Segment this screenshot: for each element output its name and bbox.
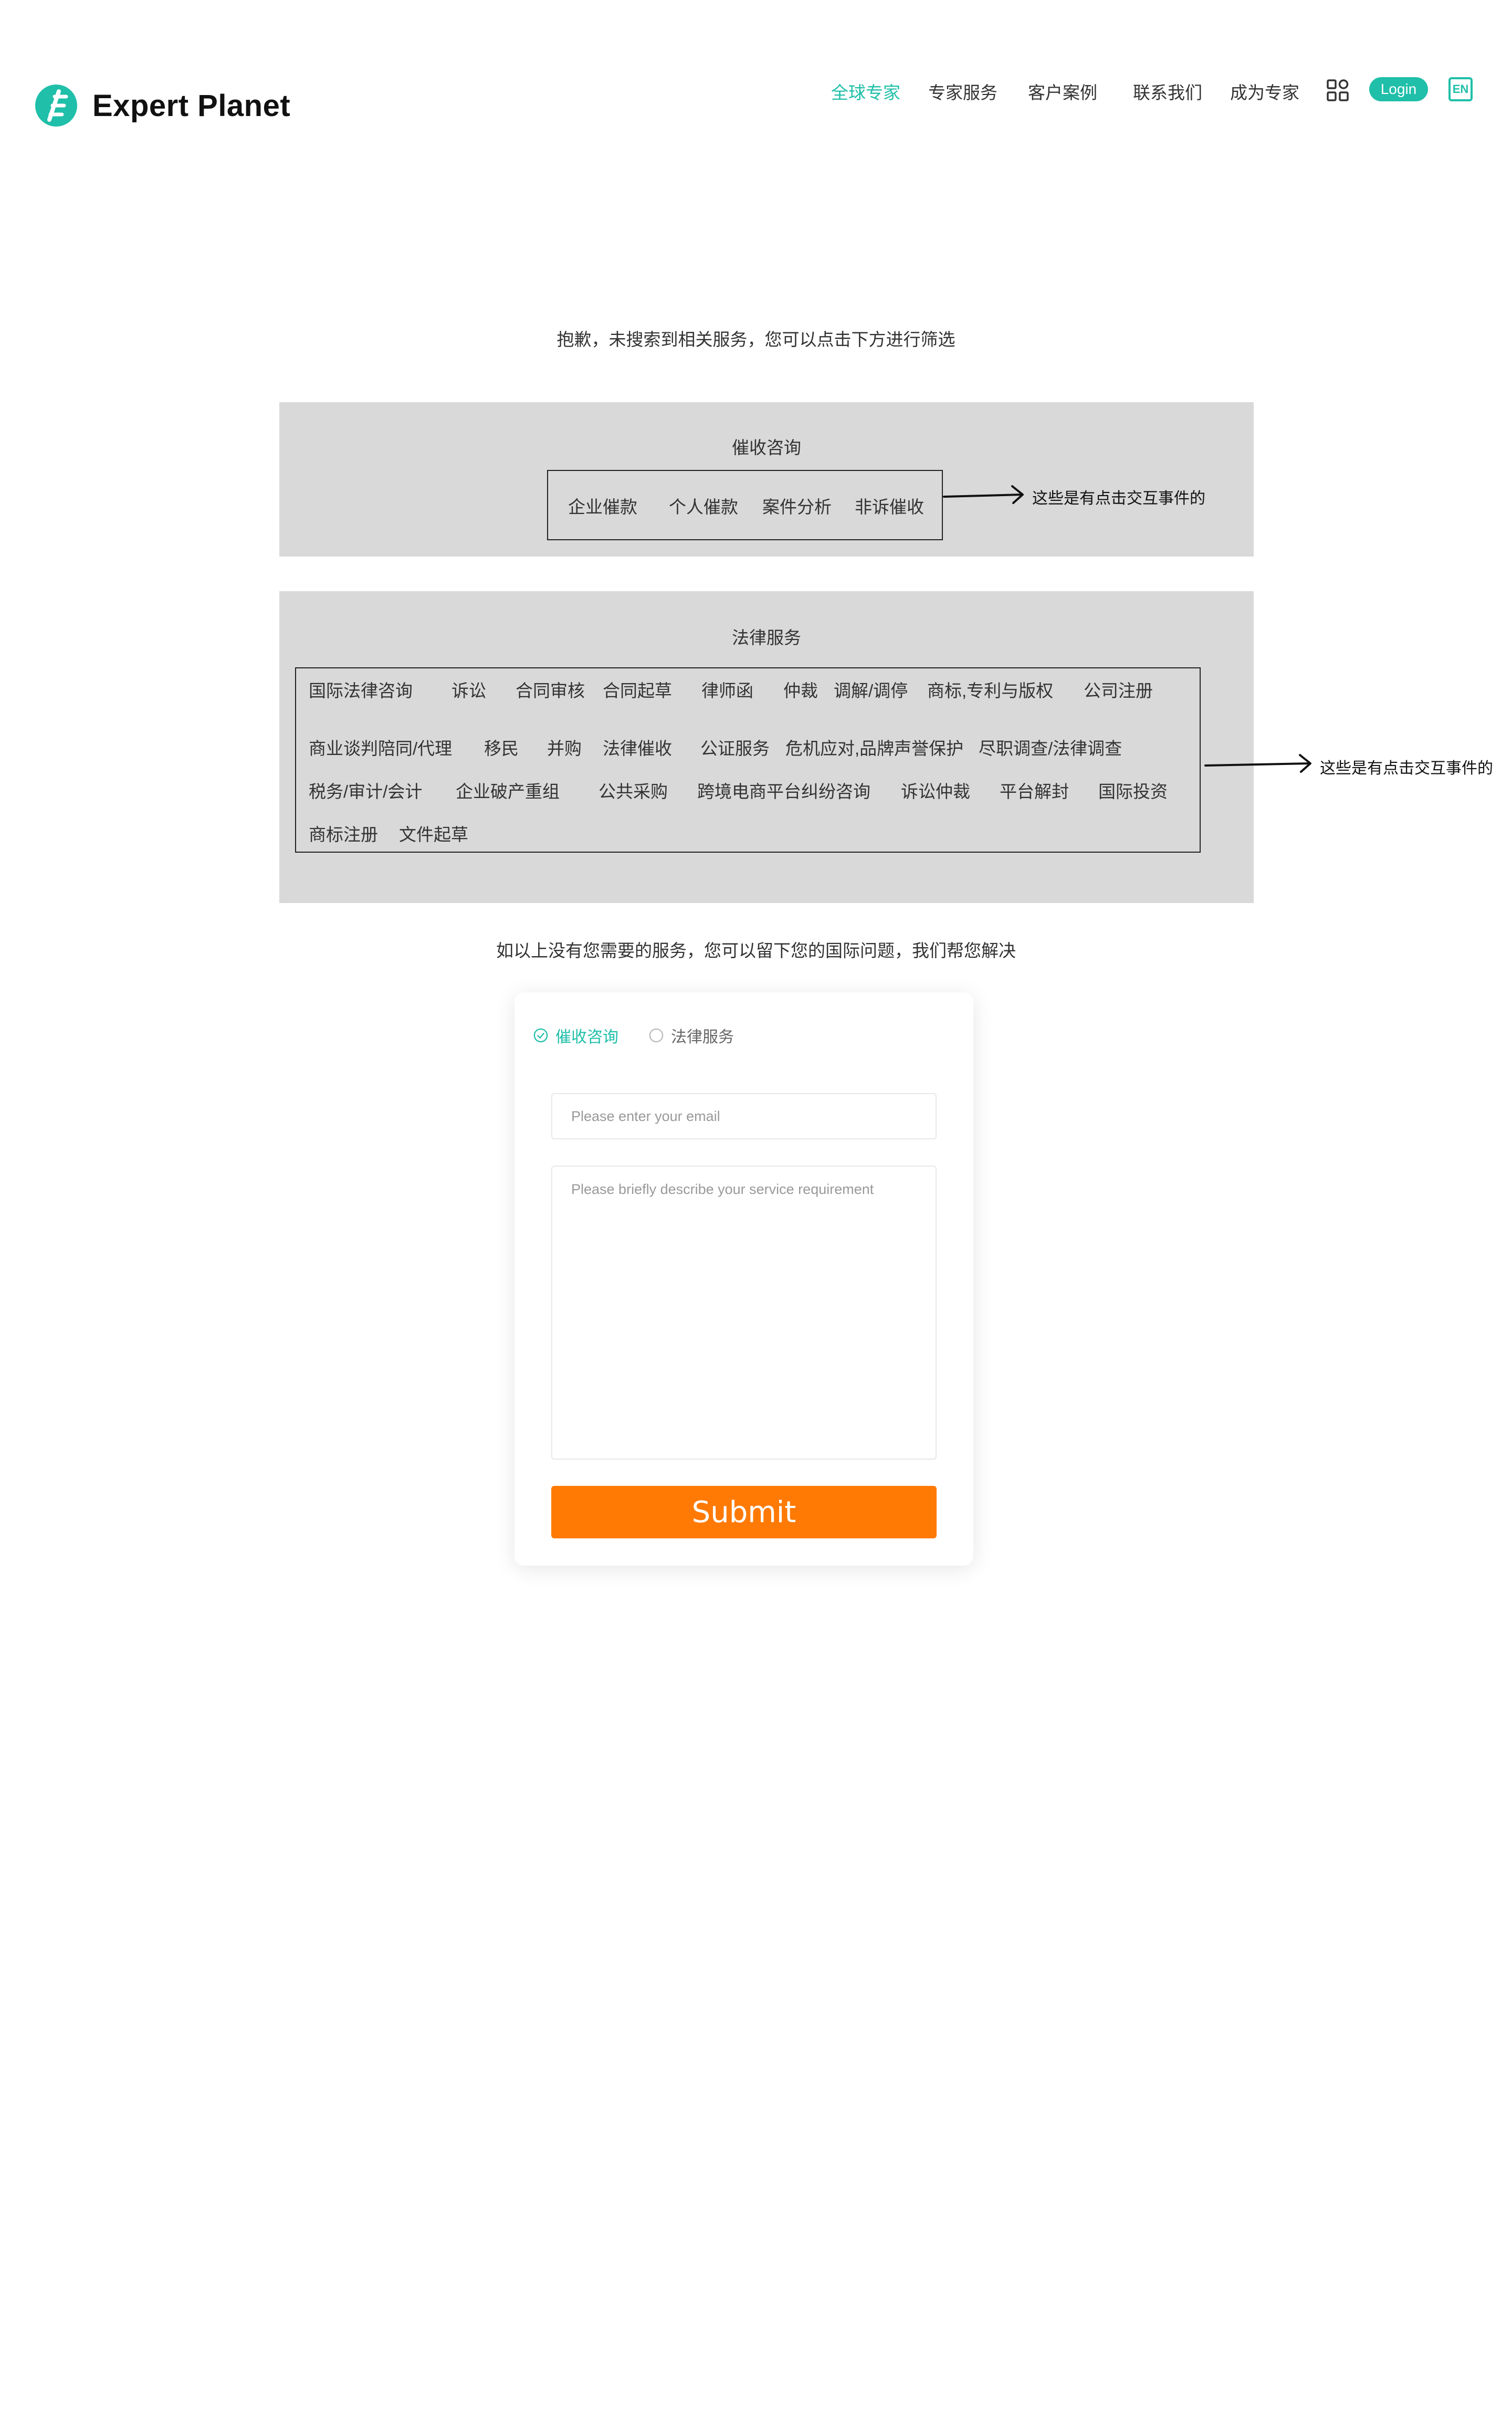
chip-immigration[interactable]: 移民 bbox=[484, 735, 519, 760]
panel-title-collection: 催收咨询 bbox=[732, 438, 801, 457]
apps-grid-icon[interactable] bbox=[1326, 79, 1349, 102]
radio-unchecked-icon bbox=[649, 1028, 664, 1043]
chip-case-analysis[interactable]: 案件分析 bbox=[762, 493, 832, 518]
nav-item-expert-services[interactable]: 专家服务 bbox=[928, 79, 998, 104]
annotation-arrow-icon bbox=[1204, 754, 1311, 773]
annotation-arrow-icon bbox=[943, 485, 1024, 504]
legal-items-box: 国际法律咨询 诉讼 合同审核 合同起草 律师函 仲裁 调解/调停 商标,专利与版… bbox=[295, 667, 1201, 853]
radio-label: 催收咨询 bbox=[555, 1029, 618, 1046]
chip-merger-acquisition[interactable]: 并购 bbox=[547, 735, 582, 760]
collection-items-box: 企业催款 个人催款 案件分析 非诉催收 bbox=[547, 470, 943, 540]
radio-collection-consulting[interactable]: 催收咨询 bbox=[533, 1024, 618, 1047]
chip-bankruptcy-restructuring[interactable]: 企业破产重组 bbox=[456, 778, 560, 803]
chip-non-litigation-collection[interactable]: 非诉催收 bbox=[855, 493, 924, 518]
chip-mediation[interactable]: 调解/调停 bbox=[834, 677, 908, 702]
annotation-note-legal: 这些是有点击交互事件的 bbox=[1320, 760, 1493, 777]
chip-due-diligence[interactable]: 尽职调查/法律调查 bbox=[979, 735, 1122, 760]
fallback-message: 如以上没有您需要的服务，您可以留下您的国际问题，我们帮您解决 bbox=[496, 941, 1016, 960]
chip-contract-drafting[interactable]: 合同起草 bbox=[603, 677, 672, 702]
chip-notary-service[interactable]: 公证服务 bbox=[700, 735, 770, 760]
chip-business-negotiation[interactable]: 商业谈判陪同/代理 bbox=[309, 735, 452, 760]
chip-litigation[interactable]: 诉讼 bbox=[452, 677, 486, 702]
nav-item-global-experts[interactable]: 全球专家 bbox=[831, 79, 900, 104]
chip-lawyer-letter[interactable]: 律师函 bbox=[701, 677, 753, 702]
chip-international-investment[interactable]: 国际投资 bbox=[1098, 778, 1168, 803]
nav-item-become-expert[interactable]: 成为专家 bbox=[1230, 79, 1299, 104]
chip-document-drafting[interactable]: 文件起草 bbox=[399, 821, 468, 846]
chip-international-legal-consulting[interactable]: 国际法律咨询 bbox=[309, 677, 413, 702]
requirement-textarea[interactable] bbox=[551, 1166, 937, 1460]
chip-arbitration[interactable]: 仲裁 bbox=[783, 677, 818, 702]
submit-button[interactable]: Submit bbox=[551, 1486, 937, 1538]
chip-cross-border-ecommerce-dispute[interactable]: 跨境电商平台纠纷咨询 bbox=[697, 778, 870, 803]
nav-item-client-cases[interactable]: 客户案例 bbox=[1028, 79, 1097, 104]
requirement-form-card: 催收咨询 法律服务 Submit bbox=[514, 992, 973, 1566]
no-result-message: 抱歉，未搜索到相关服务，您可以点击下方进行筛选 bbox=[556, 330, 956, 349]
chip-enterprise-collection[interactable]: 企业催款 bbox=[568, 493, 637, 518]
brand-name[interactable]: Expert Planet bbox=[92, 88, 290, 123]
chip-contract-review[interactable]: 合同审核 bbox=[516, 677, 585, 702]
chip-platform-unblocking[interactable]: 平台解封 bbox=[1000, 778, 1069, 803]
chip-company-registration[interactable]: 公司注册 bbox=[1084, 677, 1153, 702]
email-field[interactable] bbox=[551, 1093, 937, 1139]
chip-trademark-registration[interactable]: 商标注册 bbox=[309, 821, 378, 846]
chip-litigation-arbitration[interactable]: 诉讼仲裁 bbox=[901, 778, 970, 803]
annotation-note-collection: 这些是有点击交互事件的 bbox=[1032, 490, 1205, 507]
chip-tax-audit-accounting[interactable]: 税务/审计/会计 bbox=[309, 778, 422, 803]
login-button[interactable]: Login bbox=[1369, 77, 1428, 101]
radio-checked-icon bbox=[533, 1028, 548, 1043]
radio-label: 法律服务 bbox=[671, 1029, 734, 1046]
chip-trademark-patent-copyright[interactable]: 商标,专利与版权 bbox=[927, 677, 1053, 702]
chip-personal-collection[interactable]: 个人催款 bbox=[669, 493, 738, 518]
nav-item-contact-us[interactable]: 联系我们 bbox=[1133, 79, 1202, 104]
chip-legal-collection[interactable]: 法律催收 bbox=[603, 735, 672, 760]
radio-legal-services[interactable]: 法律服务 bbox=[649, 1024, 734, 1047]
expert-planet-logo-icon[interactable] bbox=[35, 84, 78, 127]
panel-title-legal: 法律服务 bbox=[732, 628, 801, 647]
language-toggle-button[interactable]: EN bbox=[1448, 77, 1473, 101]
chip-public-procurement[interactable]: 公共采购 bbox=[598, 778, 668, 803]
chip-crisis-brand-protection[interactable]: 危机应对,品牌声誉保护 bbox=[785, 735, 963, 760]
